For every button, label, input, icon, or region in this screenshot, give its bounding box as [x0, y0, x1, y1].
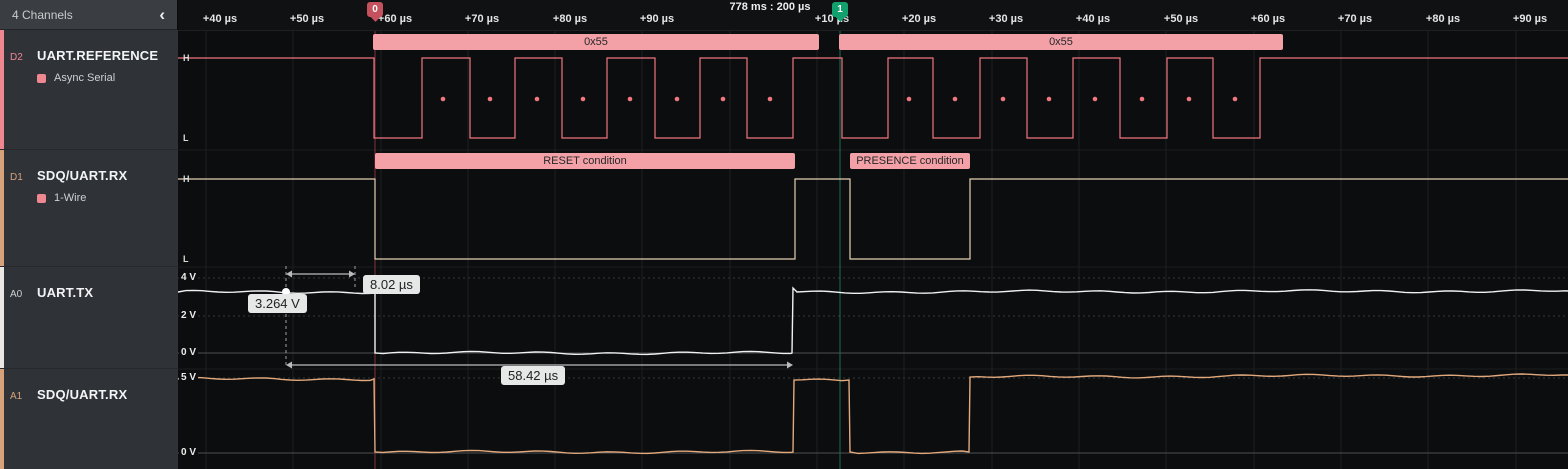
analyzer-row[interactable]: Async Serial	[37, 72, 178, 84]
grid	[178, 31, 1568, 469]
bit-sample-dot	[441, 97, 446, 102]
channel-name: SDQ/UART.RX	[37, 168, 127, 183]
bit-sample-dot	[953, 97, 958, 102]
bit-sample-dot	[675, 97, 680, 102]
ruler-tick-label: +90 µs	[1513, 13, 1547, 25]
waveform-A1[interactable]	[178, 374, 1568, 453]
channel-id: D2	[10, 52, 27, 63]
channel-id: D1	[10, 172, 27, 183]
bit-sample-dot	[535, 97, 540, 102]
bit-sample-dot	[581, 97, 586, 102]
ruler-tick-label: +40 µs	[203, 13, 237, 25]
bit-sample-dot	[907, 97, 912, 102]
channel-sidebar: 4 Channels ‹ D2 UART.REFERENCE Async Ser…	[0, 0, 178, 469]
channel-name: SDQ/UART.RX	[37, 387, 127, 402]
bit-sample-dot	[628, 97, 633, 102]
ruler-tick-label: +40 µs	[1076, 13, 1110, 25]
channel-name: UART.REFERENCE	[37, 48, 158, 63]
sidebar-header: 4 Channels ‹	[0, 0, 177, 30]
ruler-tick-label: +80 µs	[1426, 13, 1460, 25]
bit-sample-dot	[721, 97, 726, 102]
ruler-tick-label: +30 µs	[989, 13, 1023, 25]
bit-sample-dot	[1001, 97, 1006, 102]
ruler-tick-label: +70 µs	[465, 13, 499, 25]
waveform-A0[interactable]	[178, 288, 1568, 354]
timing-marker-flag-0[interactable]: 0	[367, 2, 383, 17]
decode-annotation-bubble[interactable]: 0x55	[839, 34, 1283, 50]
channel-id: A1	[10, 391, 27, 402]
channel-row-d2[interactable]: D2 UART.REFERENCE Async Serial	[0, 30, 178, 150]
waveform-D2[interactable]	[178, 58, 1568, 138]
ruler-tick-label: +20 µs	[902, 13, 936, 25]
measurement-width-large-label[interactable]: 58.42 µs	[501, 366, 565, 385]
ruler-tick-label: +70 µs	[1338, 13, 1372, 25]
ruler-tick-label: +60 µs	[378, 13, 412, 25]
bit-sample-dot	[1140, 97, 1145, 102]
ruler-tick-label: +60 µs	[1251, 13, 1285, 25]
channel-row-d1[interactable]: D1 SDQ/UART.RX 1-Wire	[0, 150, 178, 267]
bit-sample-dot	[488, 97, 493, 102]
ruler-tick-label: +50 µs	[1164, 13, 1198, 25]
bit-sample-dot	[768, 97, 773, 102]
channel-count-label: 4 Channels	[12, 8, 73, 22]
channel-row-a1[interactable]: A1 SDQ/UART.RX	[0, 369, 178, 469]
decode-annotation-bubble[interactable]: PRESENCE condition	[850, 153, 970, 169]
analyzer-color-icon	[37, 194, 46, 203]
timeline-ruler[interactable]: 778 ms : 200 µs +40 µs +50 µs +60 µs +70 µs…	[0, 0, 1568, 31]
channel-row-a0[interactable]: A0 UART.TX	[0, 267, 178, 369]
channel-id: A0	[10, 289, 27, 300]
channel-name: UART.TX	[37, 285, 93, 300]
analyzer-name: Async Serial	[54, 72, 115, 84]
collapse-sidebar-icon[interactable]: ‹	[159, 7, 165, 23]
analyzer-color-icon	[37, 74, 46, 83]
ruler-tick-label: +80 µs	[553, 13, 587, 25]
measurement-voltage-label[interactable]: 3.264 V	[248, 294, 307, 313]
decode-annotation-bubble[interactable]: 0x55	[373, 34, 819, 50]
bit-sample-dot	[1233, 97, 1238, 102]
bit-sample-dot	[1093, 97, 1098, 102]
timing-marker-flag-1[interactable]: 1	[832, 2, 848, 17]
waveform-D1[interactable]	[178, 179, 1568, 259]
bit-sample-dot	[1187, 97, 1192, 102]
channel-color-stripe	[0, 369, 4, 469]
channel-color-stripe	[0, 30, 4, 149]
waveform-canvas[interactable]	[0, 0, 1568, 469]
measurement-width-small-label[interactable]: 8.02 µs	[363, 275, 420, 294]
absolute-time-label: 778 ms : 200 µs	[730, 1, 811, 13]
bit-sample-dot	[1047, 97, 1052, 102]
logic-analyzer-app: HL0x550x55HLRESET conditionPRESENCE cond…	[0, 0, 1568, 469]
analyzer-row[interactable]: 1-Wire	[37, 192, 178, 204]
decode-annotation-bubble[interactable]: RESET condition	[375, 153, 795, 169]
ruler-tick-label: +50 µs	[290, 13, 324, 25]
channel-color-stripe	[0, 267, 4, 368]
ruler-tick-label: +90 µs	[640, 13, 674, 25]
analyzer-name: 1-Wire	[54, 192, 86, 204]
channel-color-stripe	[0, 150, 4, 266]
